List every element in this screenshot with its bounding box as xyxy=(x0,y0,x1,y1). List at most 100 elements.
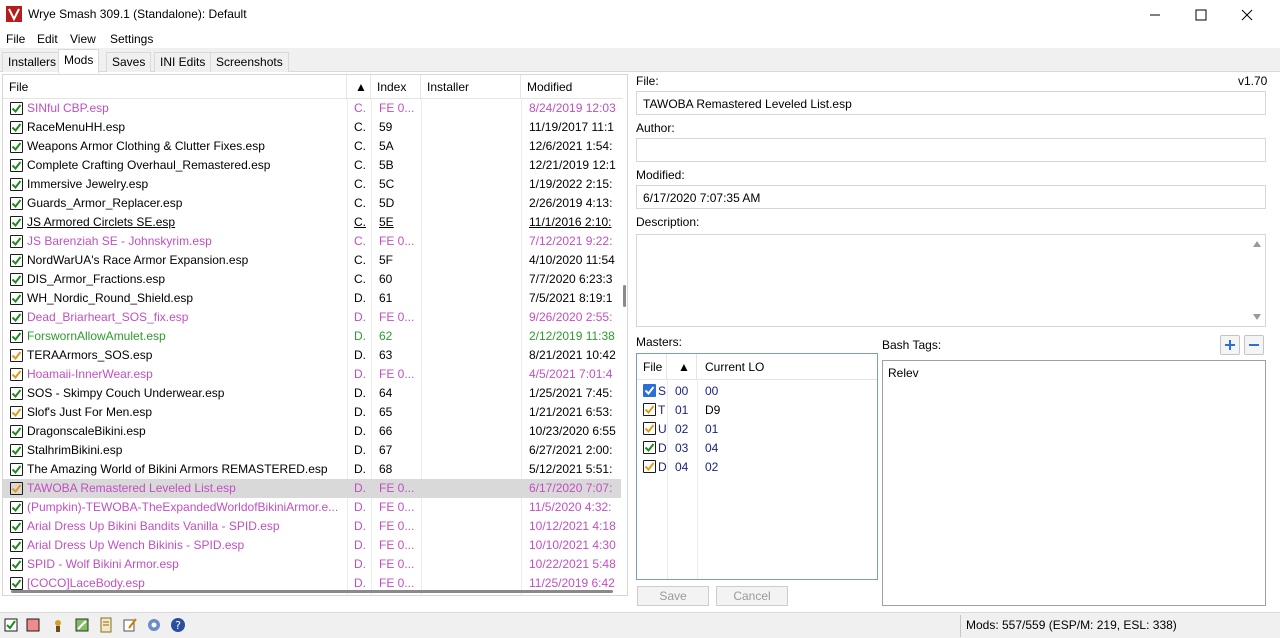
mod-row[interactable]: The Amazing World of Bikini Armors REMAS… xyxy=(3,460,621,479)
mod-row[interactable]: JS Barenziah SE - Johnskyrim.esp C. FE 0..… xyxy=(3,232,621,251)
menu-settings[interactable]: Settings xyxy=(110,32,153,46)
save-button[interactable]: Save xyxy=(637,586,709,606)
mod-row[interactable]: Slof's Just For Men.esp D. 65 1/21/2021 6:5… xyxy=(3,403,621,422)
masters-sort-ascending-icon[interactable]: ▲ xyxy=(667,354,697,380)
orange-checkbox[interactable] xyxy=(10,482,23,495)
mod-row[interactable]: Hoamaii-InnerWear.esp D. FE 0... 4/5/2021 7… xyxy=(3,365,621,384)
green-checkbox[interactable] xyxy=(10,235,23,248)
mod-row[interactable]: Immersive Jewelry.esp C. 5C 1/19/2022 2:15: xyxy=(3,175,621,194)
bash-tag-item[interactable]: Relev xyxy=(888,366,919,380)
check-all-icon[interactable] xyxy=(4,617,20,633)
mod-row[interactable]: DragonscaleBikini.esp D. 66 10/23/2020 6:55 xyxy=(3,422,621,441)
mod-row[interactable]: Arial Dress Up Wench Bikinis - SPID.esp D… xyxy=(3,536,621,555)
scroll-down-arrow-icon[interactable] xyxy=(1253,314,1261,320)
green-checkbox[interactable] xyxy=(10,520,23,533)
green-checkbox[interactable] xyxy=(10,216,23,229)
green-checkbox[interactable] xyxy=(10,444,23,457)
green-checkbox[interactable] xyxy=(10,311,23,324)
tab-ini-edits[interactable]: INI Edits xyxy=(154,52,212,72)
mod-row[interactable]: TAWOBA Remastered Leveled List.esp D. FE 0… xyxy=(3,479,621,498)
vertical-scroll-thumb[interactable] xyxy=(623,285,626,307)
mod-row[interactable]: JS Armored Circlets SE.esp C. 5E 11/1/2016 … xyxy=(3,213,621,232)
mod-row[interactable]: DIS_Armor_Fractions.esp C. 60 7/7/2020 6:23… xyxy=(3,270,621,289)
mod-row[interactable]: Arial Dress Up Bikini Bandits Vanilla - … xyxy=(3,517,621,536)
description-field[interactable] xyxy=(636,234,1266,327)
mod-row[interactable]: RaceMenuHH.esp C. 59 11/19/2017 11:1 xyxy=(3,118,621,137)
tab-screenshots[interactable]: Screenshots xyxy=(210,52,289,72)
orange-checkbox[interactable] xyxy=(643,422,656,435)
orange-checkbox[interactable] xyxy=(10,368,23,381)
green-checkbox[interactable] xyxy=(10,292,23,305)
mod-row[interactable]: Weapons Armor Clothing & Clutter Fixes.e… xyxy=(3,137,621,156)
help-icon[interactable]: ? xyxy=(170,617,186,633)
menu-edit[interactable]: Edit xyxy=(37,32,58,46)
mod-row[interactable]: SINful CBP.esp C. FE 0... 8/24/2019 12:03 xyxy=(3,99,621,118)
scroll-up-arrow-icon[interactable] xyxy=(1253,241,1261,247)
modified-field[interactable]: 6/17/2020 7:07:35 AM xyxy=(636,185,1266,209)
mod-row[interactable]: NordWarUA's Race Armor Expansion.esp C. 5F… xyxy=(3,251,621,270)
minimize-button[interactable] xyxy=(1132,0,1178,30)
document-icon[interactable] xyxy=(98,617,114,633)
green-checkbox[interactable] xyxy=(10,121,23,134)
orange-checkbox[interactable] xyxy=(643,403,656,416)
bash-tags-list[interactable]: Relev xyxy=(882,360,1266,606)
column-header-installer[interactable]: Installer xyxy=(421,75,521,99)
mod-row[interactable]: (Pumpkin)-TEWOBA-TheExpandedWorldofBikin… xyxy=(3,498,621,517)
green-checkbox[interactable] xyxy=(10,463,23,476)
green-checkbox[interactable] xyxy=(10,159,23,172)
tab-mods[interactable]: Mods xyxy=(58,49,100,73)
green-checkbox[interactable] xyxy=(10,501,23,514)
remove-tag-button[interactable] xyxy=(1244,335,1264,355)
sort-ascending-icon[interactable]: ▲ xyxy=(347,75,371,99)
tab-saves[interactable]: Saves xyxy=(106,52,152,72)
menu-view[interactable]: View xyxy=(70,32,96,46)
mod-row[interactable]: ForswornAllowAmulet.esp D. 62 2/12/2019 11:… xyxy=(3,327,621,346)
blue-checkbox[interactable] xyxy=(643,384,656,397)
uncheck-all-icon[interactable] xyxy=(26,617,42,633)
green-checkbox[interactable] xyxy=(10,102,23,115)
green-checkbox[interactable] xyxy=(10,273,23,286)
mod-row[interactable]: TERAArmors_SOS.esp D. 63 8/21/2021 10:42 xyxy=(3,346,621,365)
mod-row[interactable]: SPID - Wolf Bikini Armor.esp D. FE 0... 10/… xyxy=(3,555,621,574)
green-checkbox[interactable] xyxy=(10,539,23,552)
orange-checkbox[interactable] xyxy=(10,406,23,419)
master-row[interactable]: T 01 D9 xyxy=(637,400,877,419)
mod-row[interactable]: Guards_Armor_Replacer.esp C. 5D 2/26/2019 4… xyxy=(3,194,621,213)
orange-checkbox[interactable] xyxy=(10,349,23,362)
masters-column-current-lo[interactable]: Current LO xyxy=(697,354,877,380)
column-header-index[interactable]: Index xyxy=(371,75,421,99)
tool-icon[interactable] xyxy=(74,617,90,633)
master-row[interactable]: U 02 01 xyxy=(637,419,877,438)
author-field[interactable] xyxy=(636,138,1266,162)
green-checkbox[interactable] xyxy=(10,140,23,153)
column-header-modified[interactable]: Modified xyxy=(521,75,623,99)
mod-list-vertical-scrollbar[interactable] xyxy=(621,99,627,595)
close-button[interactable] xyxy=(1224,0,1270,30)
master-row[interactable]: S 00 00 xyxy=(637,381,877,400)
masters-column-file[interactable]: File xyxy=(637,354,667,380)
green-checkbox[interactable] xyxy=(10,197,23,210)
mod-row[interactable]: StalhrimBikini.esp D. 67 6/27/2021 2:00: xyxy=(3,441,621,460)
mod-row[interactable]: WH_Nordic_Round_Shield.esp D. 61 7/5/2021 8… xyxy=(3,289,621,308)
green-checkbox[interactable] xyxy=(10,558,23,571)
master-row[interactable]: D 04 02 xyxy=(637,457,877,476)
green-checkbox[interactable] xyxy=(643,441,656,454)
green-checkbox[interactable] xyxy=(10,178,23,191)
tab-installers[interactable]: Installers xyxy=(2,52,63,72)
green-checkbox[interactable] xyxy=(10,425,23,438)
file-name-field[interactable]: TAWOBA Remastered Leveled List.esp xyxy=(636,91,1266,115)
orange-checkbox[interactable] xyxy=(643,460,656,473)
launcher-icon[interactable] xyxy=(50,617,66,633)
green-checkbox[interactable] xyxy=(10,330,23,343)
green-checkbox[interactable] xyxy=(10,254,23,267)
settings-gear-icon[interactable] xyxy=(146,617,162,633)
add-tag-button[interactable] xyxy=(1220,335,1240,355)
column-header-file[interactable]: File xyxy=(3,75,347,99)
mod-row[interactable]: SOS - Skimpy Couch Underwear.esp D. 64 1/25… xyxy=(3,384,621,403)
mod-row[interactable]: Dead_Briarheart_SOS_fix.esp D. FE 0... 9/26… xyxy=(3,308,621,327)
green-checkbox[interactable] xyxy=(10,577,23,590)
mod-row[interactable]: Complete Crafting Overhaul_Remastered.es… xyxy=(3,156,621,175)
green-checkbox[interactable] xyxy=(10,387,23,400)
menu-file[interactable]: File xyxy=(6,32,25,46)
mod-list-horizontal-scrollbar[interactable] xyxy=(11,590,613,593)
